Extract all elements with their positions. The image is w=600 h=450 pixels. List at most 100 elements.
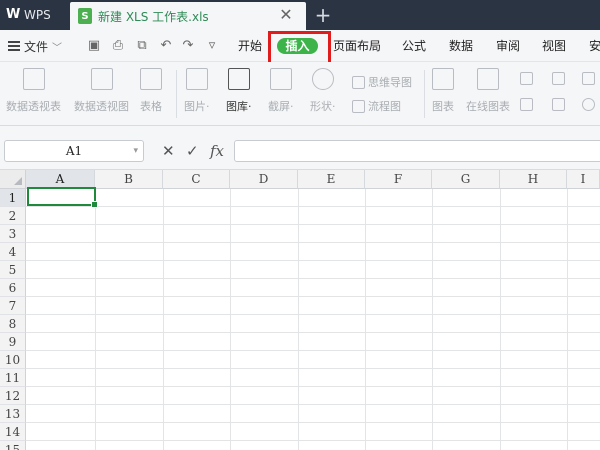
wps-home-tab[interactable]: W WPS — [0, 0, 68, 30]
tab-formulas[interactable]: 公式 — [402, 30, 426, 62]
pie-chart-dropdown[interactable] — [582, 98, 595, 111]
row-header[interactable]: 5 — [0, 261, 26, 279]
column-chart-dropdown[interactable] — [520, 72, 533, 85]
row-header[interactable]: 11 — [0, 369, 26, 387]
picture-label: 图片· — [184, 100, 210, 113]
chart-label: 图表 — [432, 100, 454, 113]
flowchart-button[interactable]: 流程图 — [352, 98, 401, 114]
spreadsheet-grid[interactable]: A B C D E F G H I 1 2 3 4 5 6 7 8 9 10 1… — [0, 170, 600, 450]
tab-data[interactable]: 数据 — [449, 30, 473, 62]
column-header[interactable]: D — [230, 170, 298, 189]
column-chart-icon — [520, 72, 533, 85]
new-tab-button[interactable]: + — [312, 4, 334, 26]
column-header[interactable]: I — [567, 170, 600, 189]
grid-line — [26, 404, 600, 405]
row-header[interactable]: 9 — [0, 333, 26, 351]
chevron-down-icon: ﹀ — [52, 42, 63, 54]
shape-icon — [311, 68, 334, 90]
row-header[interactable]: 2 — [0, 207, 26, 225]
row-header[interactable]: 1 — [0, 189, 26, 207]
wps-logo-icon: W — [6, 7, 21, 22]
row-header[interactable]: 6 — [0, 279, 26, 297]
picture-button[interactable]: 图片· — [184, 68, 210, 114]
bar-chart-dropdown[interactable] — [552, 72, 565, 85]
row-header[interactable]: 7 — [0, 297, 26, 315]
table-button[interactable]: 表格 — [140, 68, 162, 114]
row-header[interactable]: 3 — [0, 225, 26, 243]
grid-line — [26, 332, 600, 333]
pivot-chart-button[interactable]: 数据透视图 — [74, 68, 129, 114]
grid-line — [26, 422, 600, 423]
print-icon[interactable]: ⎙ — [110, 38, 126, 54]
shape-button[interactable]: 形状· — [310, 68, 336, 114]
grid-line — [26, 206, 600, 207]
name-box[interactable]: A1 ▾ — [4, 140, 144, 162]
column-header[interactable]: C — [163, 170, 230, 189]
formula-input[interactable] — [234, 140, 600, 162]
column-header[interactable]: B — [95, 170, 163, 189]
tab-review[interactable]: 审阅 — [496, 30, 520, 62]
grid-line — [26, 260, 600, 261]
column-header[interactable]: H — [500, 170, 567, 189]
column-header[interactable]: F — [365, 170, 432, 189]
pivot-table-button[interactable]: 数据透视表 — [6, 68, 61, 114]
file-menu-label: 文件 — [24, 39, 49, 54]
select-all-corner[interactable] — [0, 170, 26, 189]
grid-line — [26, 296, 600, 297]
ribbon-divider — [176, 70, 177, 118]
row-header[interactable]: 4 — [0, 243, 26, 261]
grid-line — [230, 189, 231, 450]
grid-line — [26, 242, 600, 243]
close-tab-icon[interactable]: ✕ — [278, 7, 294, 23]
pivot-chart-label: 数据透视图 — [74, 100, 129, 113]
grid-line — [26, 224, 600, 225]
grid-line — [432, 189, 433, 450]
tab-page-layout[interactable]: 页面布局 — [333, 30, 381, 62]
pivot-table-icon — [22, 68, 45, 90]
customize-toolbar-icon[interactable]: ▿ — [204, 38, 220, 54]
row-header[interactable]: 12 — [0, 387, 26, 405]
row-header[interactable]: 15 — [0, 441, 26, 450]
chart-icon — [432, 68, 454, 90]
row-header[interactable]: 13 — [0, 405, 26, 423]
online-chart-button[interactable]: 在线图表 — [466, 68, 510, 114]
spreadsheet-icon: S — [78, 8, 92, 24]
ribbon-toolbar: 数据透视表 数据透视图 表格 图片· 图库· 截屏· 形状· 思维导图 流程图 … — [0, 62, 600, 126]
document-tab-title: 新建 XLS 工作表.xls — [98, 9, 209, 24]
redo-icon[interactable]: ↷ — [180, 38, 196, 54]
save-icon[interactable]: ▣ — [86, 38, 102, 54]
grid-line — [26, 440, 600, 441]
tab-view[interactable]: 视图 — [542, 30, 566, 62]
mindmap-button[interactable]: 思维导图 — [352, 74, 412, 90]
insert-function-icon[interactable]: fx — [210, 140, 224, 162]
document-tab[interactable]: S 新建 XLS 工作表.xls ✕ — [70, 2, 306, 30]
grid-line — [365, 189, 366, 450]
chevron-down-icon[interactable]: ▾ — [133, 141, 138, 161]
chart-button[interactable]: 图表 — [432, 68, 454, 114]
tab-home[interactable]: 开始 — [238, 30, 262, 62]
grid-line — [163, 189, 164, 450]
line-chart-dropdown[interactable] — [582, 72, 595, 85]
grid-line — [567, 189, 568, 450]
screenshot-button[interactable]: 截屏· — [268, 68, 294, 114]
confirm-icon[interactable]: ✓ — [186, 140, 199, 162]
row-header[interactable]: 10 — [0, 351, 26, 369]
name-box-value: A1 — [65, 144, 83, 158]
row-header[interactable]: 14 — [0, 423, 26, 441]
print-preview-icon[interactable]: ⧉ — [134, 38, 150, 54]
undo-icon[interactable]: ↶ — [158, 38, 174, 54]
column-header[interactable]: G — [432, 170, 500, 189]
grid-line — [26, 314, 600, 315]
column-header[interactable]: E — [298, 170, 365, 189]
flowchart-icon — [352, 99, 365, 113]
stock-chart-dropdown[interactable] — [552, 98, 565, 111]
active-cell-a1[interactable] — [27, 187, 98, 208]
gallery-button[interactable]: 图库· — [226, 68, 252, 114]
file-menu-button[interactable]: 文件 ﹀ — [8, 30, 62, 62]
stock-chart-icon — [552, 98, 565, 111]
cancel-icon[interactable]: ✕ — [162, 140, 175, 162]
area-chart-dropdown[interactable] — [520, 98, 533, 111]
row-header[interactable]: 8 — [0, 315, 26, 333]
tab-security[interactable]: 安 — [589, 30, 600, 62]
ribbon-divider — [424, 70, 425, 118]
